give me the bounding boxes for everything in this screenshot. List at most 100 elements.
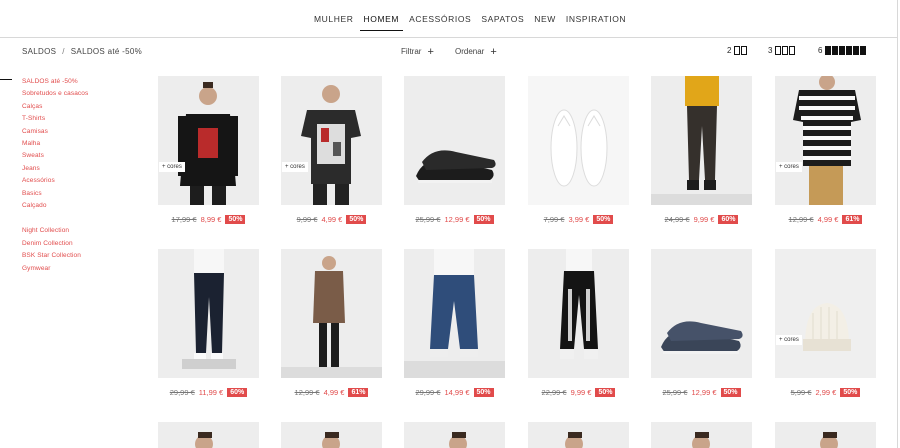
discount-badge: 50% (720, 388, 741, 397)
sale-price: 9,99 € (693, 215, 715, 224)
product-card[interactable]: 22,99 €9,99 €50% (528, 249, 629, 397)
sidebar-item-jeans[interactable]: Jeans (22, 163, 88, 175)
sidebar-item-night-collection[interactable]: Night Collection (22, 225, 88, 237)
discount-badge: 50% (346, 215, 367, 224)
sale-price: 2,99 € (815, 388, 837, 397)
sidebar-item-saldos[interactable]: SALDOS até -50% (22, 76, 88, 88)
product-image[interactable] (651, 249, 752, 378)
more-colors-badge[interactable]: + cores (776, 335, 802, 345)
product-image[interactable] (651, 422, 752, 448)
nav-item-sapatos[interactable]: SAPATOS (477, 14, 528, 31)
product-image[interactable]: + cores (775, 249, 876, 378)
sidebar-item-basics[interactable]: Basics (22, 188, 88, 200)
nav-item-mulher[interactable]: MULHER (310, 14, 358, 31)
discount-badge: 60% (718, 215, 739, 224)
nav-item-new[interactable]: NEW (530, 14, 560, 31)
product-card[interactable]: 25,99 €12,99 €50% (404, 76, 505, 224)
filter-label: Filtrar (401, 47, 422, 56)
grid-count-label: 3 (768, 46, 773, 55)
old-price: 24,99 € (664, 215, 690, 224)
sale-price: 4,99 € (323, 388, 345, 397)
more-colors-badge[interactable]: + cores (159, 162, 185, 172)
plus-icon: + (490, 45, 497, 58)
discount-badge: 50% (840, 388, 861, 397)
product-image[interactable] (775, 422, 876, 448)
sidebar-item-acessorios[interactable]: Acessórios (22, 175, 88, 187)
sidebar-item-calcas[interactable]: Calças (22, 101, 88, 113)
more-colors-badge[interactable]: + cores (776, 162, 802, 172)
product-image[interactable] (528, 422, 629, 448)
sale-price: 12,99 € (444, 215, 470, 224)
product-card[interactable]: 29,99 €11,99 €60% (158, 249, 259, 397)
old-price: 25,99 € (662, 388, 688, 397)
grid-3-icon (775, 46, 796, 55)
nav-item-acessorios[interactable]: ACESSÓRIOS (405, 14, 475, 31)
order-button[interactable]: Ordenar + (455, 45, 497, 58)
grid-2-columns-button[interactable]: 2 (727, 46, 748, 55)
sidebar-item-malha[interactable]: Malha (22, 138, 88, 150)
nav-item-inspiration[interactable]: INSPIRATION (562, 14, 630, 31)
price-row: 12,99 €4,99 €61% (775, 215, 876, 224)
discount-badge: 50% (593, 215, 614, 224)
nav-item-homem[interactable]: HOMEM (359, 14, 404, 31)
product-card[interactable]: 29,99 €14,99 €50% (404, 249, 505, 397)
sidebar-item-tshirts[interactable]: T-Shirts (22, 113, 88, 125)
top-navigation: MULHER HOMEM ACESSÓRIOS SAPATOS NEW INSP… (0, 0, 898, 38)
price-row: 24,99 €9,99 €60% (651, 215, 752, 224)
product-image[interactable] (404, 422, 505, 448)
discount-badge: 61% (842, 215, 863, 224)
price-row: 5,99 €2,99 €50% (775, 388, 876, 397)
product-card[interactable]: 12,99 €4,99 €61% (281, 249, 382, 397)
sidebar-item-bsk-star-collection[interactable]: BSK Star Collection (22, 250, 88, 262)
filter-button[interactable]: Filtrar + (401, 46, 434, 57)
product-card[interactable]: 7,99 €3,99 €50% (528, 76, 629, 224)
breadcrumb-current: SALDOS até -50% (70, 47, 142, 56)
discount-badge: 50% (595, 388, 616, 397)
product-image[interactable] (528, 76, 629, 205)
product-card[interactable]: + cores 17,99 €8,99 €50% (158, 76, 259, 224)
product-image[interactable]: + cores (158, 76, 259, 205)
product-image[interactable] (281, 422, 382, 448)
product-image[interactable] (404, 249, 505, 378)
sidebar-item-gymwear[interactable]: Gymwear (22, 263, 88, 275)
product-card[interactable]: + cores 5,99 €2,99 €50% (775, 249, 876, 397)
product-card[interactable]: + cores 9,99 €4,99 €50% (281, 76, 382, 224)
discount-badge: 61% (348, 388, 369, 397)
old-price: 22,99 € (541, 388, 567, 397)
grid-2-icon (734, 46, 748, 55)
breadcrumb: SALDOS / SALDOS até -50% (22, 47, 142, 56)
grid-6-columns-button[interactable]: 6 (818, 46, 867, 55)
old-price: 12,99 € (294, 388, 320, 397)
product-image[interactable] (528, 249, 629, 378)
price-row: 7,99 €3,99 €50% (528, 215, 629, 224)
price-row: 29,99 €11,99 €60% (158, 388, 259, 397)
sidebar-item-camisas[interactable]: Camisas (22, 126, 88, 138)
product-image[interactable] (158, 249, 259, 378)
more-colors-badge[interactable]: + cores (282, 162, 308, 172)
sidebar-item-denim-collection[interactable]: Denim Collection (22, 238, 88, 250)
breadcrumb-root[interactable]: SALDOS (22, 47, 56, 56)
product-image[interactable]: + cores (281, 76, 382, 205)
old-price: 7,99 € (543, 215, 565, 224)
sidebar-item-calcado[interactable]: Calçado (22, 200, 88, 212)
old-price: 29,99 € (415, 388, 441, 397)
product-card[interactable]: 24,99 €9,99 €60% (651, 76, 752, 224)
product-image[interactable] (404, 76, 505, 205)
discount-badge: 50% (473, 215, 494, 224)
discount-badge: 50% (473, 388, 494, 397)
product-card[interactable]: + cores 12,99 €4,99 €61% (775, 76, 876, 224)
sidebar-item-sweats[interactable]: Sweats (22, 150, 88, 162)
product-image[interactable]: + cores (775, 76, 876, 205)
product-card[interactable]: 25,99 €12,99 €50% (651, 249, 752, 397)
product-image[interactable] (158, 422, 259, 448)
grid-count-label: 2 (727, 46, 732, 55)
price-row: 29,99 €14,99 €50% (404, 388, 505, 397)
grid-count-label: 6 (818, 46, 823, 55)
discount-badge: 60% (227, 388, 248, 397)
grid-3-columns-button[interactable]: 3 (768, 46, 796, 55)
sale-price: 14,99 € (444, 388, 470, 397)
product-image[interactable] (651, 76, 752, 205)
product-image[interactable] (281, 249, 382, 378)
sidebar-item-sobretudos[interactable]: Sobretudos e casacos (22, 88, 88, 100)
